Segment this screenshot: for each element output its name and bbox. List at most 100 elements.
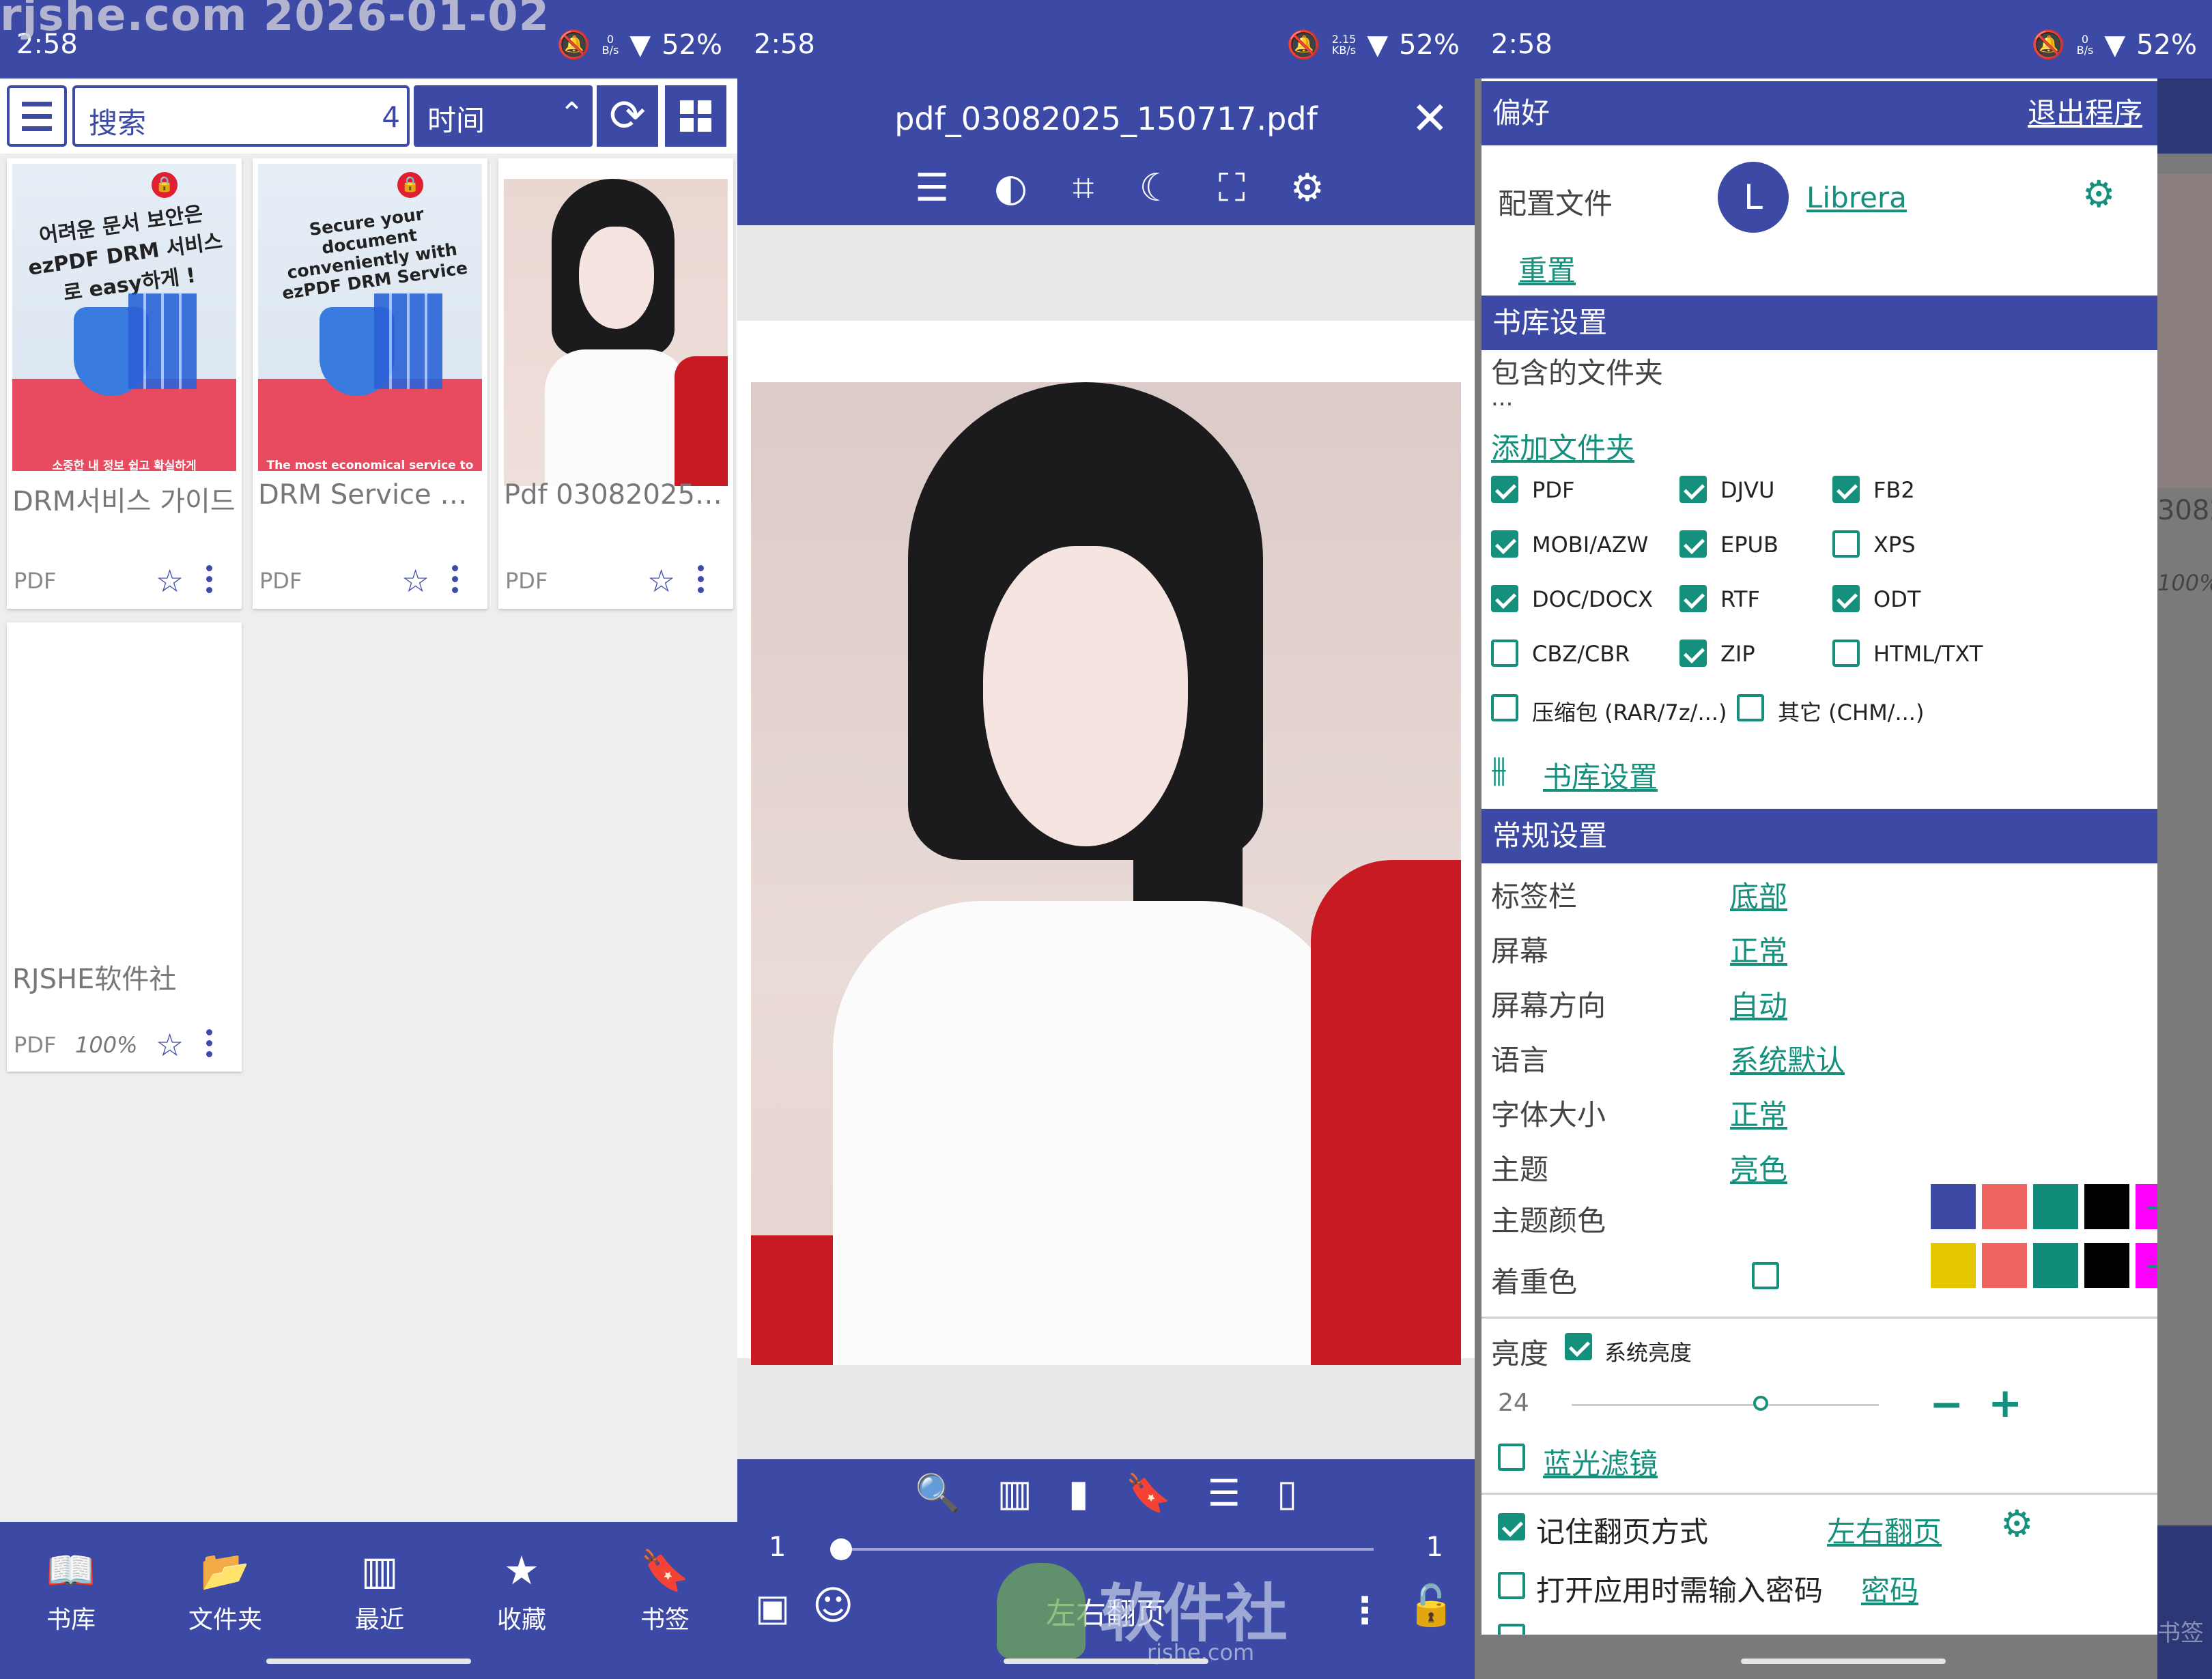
add-folder-link[interactable]: 添加文件夹 (1491, 425, 1634, 467)
document-icon[interactable]: ▮ (1068, 1472, 1089, 1515)
theme-color-swatch[interactable] (1931, 1184, 1976, 1229)
system-brightness-checkbox[interactable] (1565, 1333, 1592, 1360)
play-icon[interactable]: ▣ (755, 1586, 790, 1629)
contrast-icon[interactable]: ◐ (994, 166, 1027, 211)
wifi-icon: ▼ (1367, 29, 1389, 61)
setting-value-link[interactable]: 亮色 (1730, 1147, 1787, 1188)
page-slider-knob[interactable] (830, 1538, 852, 1560)
theme-color-swatch[interactable] (2084, 1184, 2129, 1229)
profile-name-link[interactable]: Librera (1806, 181, 1907, 214)
format-checkbox[interactable] (1679, 640, 1707, 667)
more-icon[interactable] (451, 564, 459, 595)
nav-favorites[interactable]: ★ 收藏 (460, 1547, 583, 1635)
format-checkbox[interactable] (1491, 585, 1518, 612)
search-input[interactable]: 搜索 4 (72, 85, 410, 147)
close-icon[interactable]: ✕ (1411, 92, 1449, 145)
fullscreen-icon[interactable]: ⛶ (1219, 166, 1245, 211)
more-icon[interactable]: ⋮ (1346, 1589, 1383, 1632)
gear-icon[interactable]: ⚙ (1290, 166, 1324, 211)
setting-value-link[interactable]: 正常 (1730, 1092, 1787, 1134)
accent-color-swatch[interactable] (1931, 1243, 1976, 1288)
brightness-slider[interactable] (1572, 1404, 1879, 1406)
align-icon[interactable]: ☰ (915, 166, 949, 211)
remember-pageflip-checkbox[interactable] (1498, 1513, 1525, 1540)
blue-filter-link[interactable]: 蓝光滤镜 (1543, 1441, 1658, 1482)
nav-library[interactable]: 📖 书库 (10, 1547, 132, 1635)
setting-value-link[interactable]: 正常 (1730, 928, 1787, 970)
grid-view-button[interactable] (665, 85, 726, 147)
nav-folders[interactable]: 📂 文件夹 (164, 1547, 287, 1635)
password-checkbox[interactable] (1498, 1572, 1525, 1599)
avatar[interactable]: L (1718, 162, 1789, 233)
book-card[interactable]: Pdf 03082025 15... PDF ☆ (498, 158, 733, 609)
password-link[interactable]: 密码 (1861, 1568, 1918, 1609)
home-indicator[interactable] (1004, 1659, 1208, 1664)
minus-icon[interactable]: − (1929, 1381, 1963, 1429)
accent-color-swatch[interactable] (1982, 1243, 2027, 1288)
star-icon[interactable]: ☆ (401, 562, 429, 599)
accent-color-swatch[interactable] (2033, 1243, 2078, 1288)
format-checkbox[interactable] (1832, 640, 1860, 667)
library-settings-link[interactable]: 书库设置 (1543, 754, 1658, 796)
nav-label: 书签 (640, 1606, 690, 1634)
brightness-slider-knob[interactable] (1753, 1396, 1768, 1411)
theme-color-swatch[interactable]: + (2136, 1184, 2157, 1229)
search-icon[interactable]: 🔍 (915, 1472, 961, 1515)
format-checkbox[interactable] (1679, 530, 1707, 558)
library-toolbar: 搜索 4 时间 ⌃ ⟳ (0, 78, 737, 154)
dimmed-nav (2157, 1525, 2212, 1679)
accent-color-swatch[interactable] (2084, 1243, 2129, 1288)
star-icon[interactable]: ☆ (156, 1027, 184, 1063)
gear-icon[interactable]: ⚙ (2000, 1502, 2033, 1545)
dimmed-cover (2157, 174, 2212, 488)
theme-color-swatch[interactable] (1982, 1184, 2027, 1229)
more-icon[interactable] (696, 564, 705, 595)
more-icon[interactable] (205, 1028, 213, 1059)
format-checkbox[interactable] (1491, 694, 1518, 721)
exit-button[interactable]: 退出程序 (2028, 81, 2142, 145)
format-checkbox[interactable] (1832, 476, 1860, 503)
format-checkbox[interactable] (1832, 530, 1860, 558)
format-checkbox[interactable] (1491, 640, 1518, 667)
setting-value-link[interactable]: 自动 (1730, 983, 1787, 1024)
next-option-checkbox[interactable] (1498, 1624, 1525, 1635)
setting-value-link[interactable]: 底部 (1730, 874, 1787, 915)
page-number-icon[interactable]: ▯ (1277, 1472, 1297, 1515)
crop-icon[interactable]: ⌗ (1073, 166, 1094, 211)
nav-bookmarks[interactable]: 🔖 书签 (604, 1547, 726, 1635)
night-mode-icon[interactable]: ☾ (1139, 166, 1173, 211)
reset-link[interactable]: 重置 (1518, 248, 1576, 289)
accent-color-swatch[interactable]: + (2136, 1243, 2157, 1288)
format-checkbox[interactable] (1832, 585, 1860, 612)
toc-icon[interactable]: ☰ (1208, 1472, 1240, 1515)
home-indicator[interactable] (266, 1659, 471, 1664)
format-checkbox[interactable] (1737, 694, 1764, 721)
format-checkbox[interactable] (1491, 476, 1518, 503)
menu-icon[interactable] (7, 85, 67, 147)
plus-icon[interactable]: + (1988, 1379, 2022, 1427)
bookmark-icon[interactable]: 🔖 (1125, 1472, 1171, 1515)
unlock-icon[interactable]: 🔓 (1406, 1582, 1456, 1629)
gear-icon[interactable]: ⚙ (2082, 173, 2115, 216)
star-icon[interactable]: ☆ (647, 562, 675, 599)
sort-select[interactable]: 时间 ⌃ (414, 85, 593, 147)
pageflip-mode-link[interactable]: 左右翻页 (1827, 1509, 1942, 1551)
accent-default-checkbox[interactable] (1752, 1262, 1779, 1289)
tts-icon[interactable]: ☺ (812, 1582, 853, 1628)
library-icon[interactable]: ▥ (997, 1472, 1032, 1515)
theme-color-swatch[interactable] (2033, 1184, 2078, 1229)
refresh-icon[interactable]: ⟳ (597, 85, 658, 147)
blue-filter-checkbox[interactable] (1498, 1444, 1525, 1471)
book-card[interactable]: RJSHE软件社 PDF 100% ☆ (7, 622, 242, 1072)
nav-recent[interactable]: ▥ 最近 (318, 1547, 441, 1635)
setting-value-link[interactable]: 系统默认 (1730, 1037, 1845, 1079)
more-icon[interactable] (205, 564, 213, 595)
star-icon[interactable]: ☆ (156, 562, 184, 599)
format-checkbox[interactable] (1679, 476, 1707, 503)
page-slider[interactable] (841, 1548, 1374, 1551)
format-checkbox[interactable] (1491, 530, 1518, 558)
home-indicator[interactable] (1741, 1659, 1946, 1664)
format-checkbox[interactable] (1679, 585, 1707, 612)
book-card[interactable]: 🔒 Secure your document conveniently with… (253, 158, 487, 609)
book-card[interactable]: 🔒 어려운 문서 보안은 ezPDF DRM 서비스로 easy하게 ! 소중한… (7, 158, 242, 609)
